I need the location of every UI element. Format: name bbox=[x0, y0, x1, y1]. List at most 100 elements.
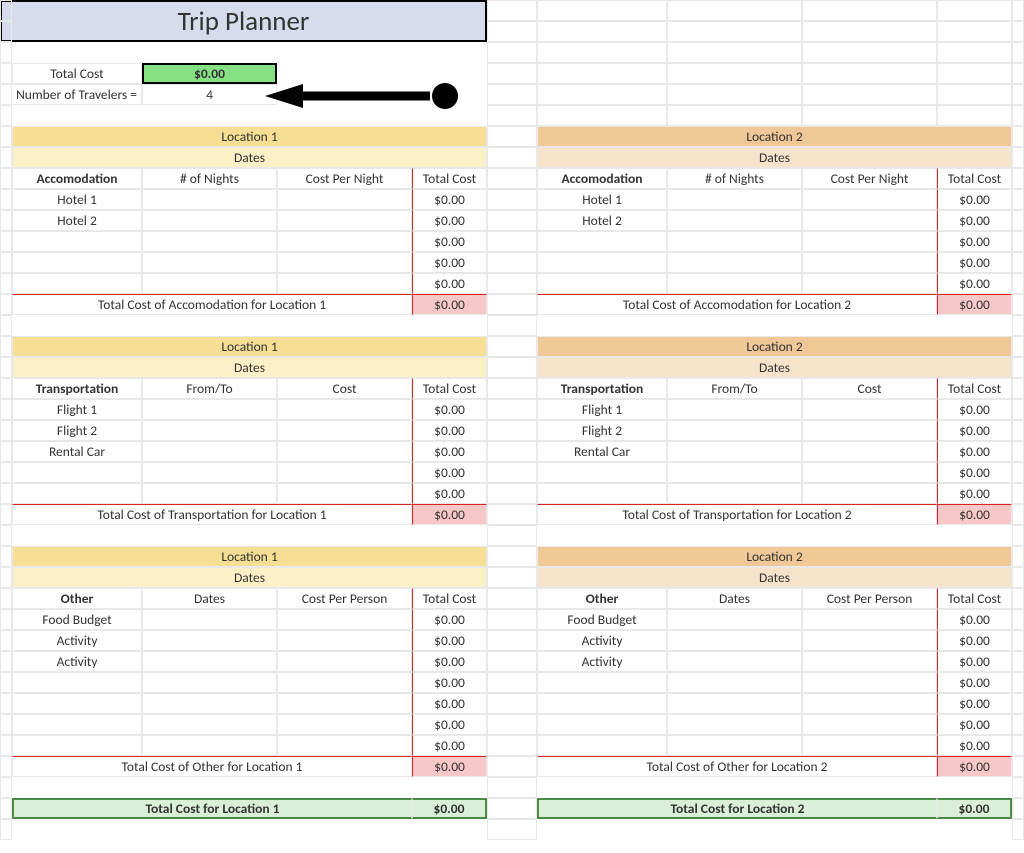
loc2-accom-row-input[interactable] bbox=[667, 189, 802, 210]
loc2-other-row-empty[interactable] bbox=[537, 735, 667, 756]
loc2-other-row-label[interactable]: Activity bbox=[537, 630, 667, 651]
loc1-other-row-empty[interactable] bbox=[277, 693, 412, 714]
loc2-accom-row-empty[interactable] bbox=[802, 231, 937, 252]
loc2-other-row-input[interactable] bbox=[667, 609, 802, 630]
loc1-trans-row-input[interactable] bbox=[142, 441, 277, 462]
loc2-accom-row-input[interactable] bbox=[802, 210, 937, 231]
loc2-other-row-input[interactable] bbox=[802, 630, 937, 651]
loc1-trans-row-input[interactable] bbox=[142, 420, 277, 441]
loc2-other-row-input[interactable] bbox=[667, 630, 802, 651]
loc2-accom-row-input[interactable] bbox=[667, 210, 802, 231]
loc1-other-row-empty[interactable] bbox=[12, 672, 142, 693]
loc1-other-row-label[interactable]: Activity bbox=[12, 651, 142, 672]
loc2-trans-row-input[interactable] bbox=[667, 441, 802, 462]
loc1-accom-row-label[interactable]: Hotel 2 bbox=[12, 210, 142, 231]
loc2-accom-row-empty[interactable] bbox=[667, 252, 802, 273]
loc1-other-row-empty[interactable] bbox=[12, 714, 142, 735]
loc1-trans-row-label[interactable]: Rental Car bbox=[12, 441, 142, 462]
loc1-trans-row-input[interactable] bbox=[277, 399, 412, 420]
loc2-trans-row-empty[interactable] bbox=[802, 483, 937, 504]
loc1-trans-row-empty[interactable] bbox=[12, 483, 142, 504]
loc2-other-row-empty[interactable] bbox=[667, 735, 802, 756]
loc1-other-row-input[interactable] bbox=[277, 651, 412, 672]
loc1-trans-row-input[interactable] bbox=[142, 399, 277, 420]
loc1-other-row-input[interactable] bbox=[142, 651, 277, 672]
loc2-trans-row-label[interactable]: Flight 2 bbox=[537, 420, 667, 441]
loc2-other-row-empty[interactable] bbox=[537, 714, 667, 735]
loc1-accom-row-input[interactable] bbox=[142, 189, 277, 210]
loc1-trans-row-empty[interactable] bbox=[277, 483, 412, 504]
loc1-other-row-empty[interactable] bbox=[277, 672, 412, 693]
loc2-trans-row-input[interactable] bbox=[667, 420, 802, 441]
loc2-accom-row-empty[interactable] bbox=[667, 273, 802, 294]
loc2-trans-row-input[interactable] bbox=[802, 420, 937, 441]
loc2-other-row-empty[interactable] bbox=[802, 672, 937, 693]
loc1-trans-row-empty[interactable] bbox=[142, 483, 277, 504]
loc1-accom-row-input[interactable] bbox=[277, 210, 412, 231]
loc1-trans-row-empty[interactable] bbox=[142, 462, 277, 483]
loc2-trans-row-empty[interactable] bbox=[667, 462, 802, 483]
loc1-other-row-empty[interactable] bbox=[277, 714, 412, 735]
loc2-other-row-empty[interactable] bbox=[537, 672, 667, 693]
loc2-other-row-label[interactable]: Activity bbox=[537, 651, 667, 672]
loc1-trans-row-label[interactable]: Flight 2 bbox=[12, 420, 142, 441]
loc1-accom-row-empty[interactable] bbox=[142, 273, 277, 294]
loc1-accom-row-input[interactable] bbox=[277, 189, 412, 210]
loc1-accom-row-empty[interactable] bbox=[277, 273, 412, 294]
loc2-other-row-input[interactable] bbox=[802, 651, 937, 672]
loc1-trans-row-input[interactable] bbox=[277, 441, 412, 462]
loc1-trans-row-input[interactable] bbox=[277, 420, 412, 441]
loc2-trans-row-label[interactable]: Flight 1 bbox=[537, 399, 667, 420]
loc1-accom-row-empty[interactable] bbox=[277, 252, 412, 273]
loc1-accom-row-empty[interactable] bbox=[12, 252, 142, 273]
loc2-other-row-empty[interactable] bbox=[667, 714, 802, 735]
loc2-trans-row-input[interactable] bbox=[802, 399, 937, 420]
loc1-other-row-empty[interactable] bbox=[142, 735, 277, 756]
loc2-other-row-empty[interactable] bbox=[667, 672, 802, 693]
loc2-trans-row-label[interactable]: Rental Car bbox=[537, 441, 667, 462]
loc1-other-row-empty[interactable] bbox=[12, 693, 142, 714]
loc2-accom-row-empty[interactable] bbox=[537, 231, 667, 252]
loc2-accom-row-label[interactable]: Hotel 1 bbox=[537, 189, 667, 210]
loc2-other-row-empty[interactable] bbox=[802, 735, 937, 756]
loc2-accom-row-empty[interactable] bbox=[802, 273, 937, 294]
loc2-accom-row-input[interactable] bbox=[802, 189, 937, 210]
loc1-other-row-empty[interactable] bbox=[142, 714, 277, 735]
loc1-other-row-label[interactable]: Activity bbox=[12, 630, 142, 651]
loc2-accom-row-empty[interactable] bbox=[667, 231, 802, 252]
loc2-other-row-empty[interactable] bbox=[802, 693, 937, 714]
loc1-other-row-input[interactable] bbox=[142, 609, 277, 630]
loc1-other-row-input[interactable] bbox=[142, 630, 277, 651]
loc1-trans-row-label[interactable]: Flight 1 bbox=[12, 399, 142, 420]
loc2-other-row-empty[interactable] bbox=[667, 693, 802, 714]
loc2-accom-row-empty[interactable] bbox=[537, 273, 667, 294]
loc1-other-row-input[interactable] bbox=[277, 630, 412, 651]
loc1-other-row-empty[interactable] bbox=[142, 693, 277, 714]
loc1-accom-row-label[interactable]: Hotel 1 bbox=[12, 189, 142, 210]
loc2-other-row-label[interactable]: Food Budget bbox=[537, 609, 667, 630]
loc1-other-row-input[interactable] bbox=[277, 609, 412, 630]
loc1-accom-row-empty[interactable] bbox=[142, 231, 277, 252]
loc2-accom-row-empty[interactable] bbox=[537, 252, 667, 273]
loc1-other-row-empty[interactable] bbox=[277, 735, 412, 756]
loc1-accom-row-empty[interactable] bbox=[142, 252, 277, 273]
loc1-accom-row-empty[interactable] bbox=[12, 231, 142, 252]
num-travelers-input[interactable]: 4 bbox=[142, 84, 277, 105]
loc2-other-row-input[interactable] bbox=[802, 609, 937, 630]
loc1-accom-row-empty[interactable] bbox=[12, 273, 142, 294]
loc2-trans-row-empty[interactable] bbox=[802, 462, 937, 483]
loc2-trans-row-empty[interactable] bbox=[537, 462, 667, 483]
loc2-trans-row-input[interactable] bbox=[667, 399, 802, 420]
loc2-other-row-empty[interactable] bbox=[802, 714, 937, 735]
loc1-other-row-empty[interactable] bbox=[12, 735, 142, 756]
loc1-trans-row-empty[interactable] bbox=[12, 462, 142, 483]
loc2-trans-row-empty[interactable] bbox=[667, 483, 802, 504]
loc1-trans-row-empty[interactable] bbox=[277, 462, 412, 483]
loc2-other-row-input[interactable] bbox=[667, 651, 802, 672]
loc2-accom-row-empty[interactable] bbox=[802, 252, 937, 273]
loc1-accom-row-input[interactable] bbox=[142, 210, 277, 231]
loc1-other-row-empty[interactable] bbox=[142, 672, 277, 693]
loc2-trans-row-empty[interactable] bbox=[537, 483, 667, 504]
loc2-accom-row-label[interactable]: Hotel 2 bbox=[537, 210, 667, 231]
loc1-accom-row-empty[interactable] bbox=[277, 231, 412, 252]
